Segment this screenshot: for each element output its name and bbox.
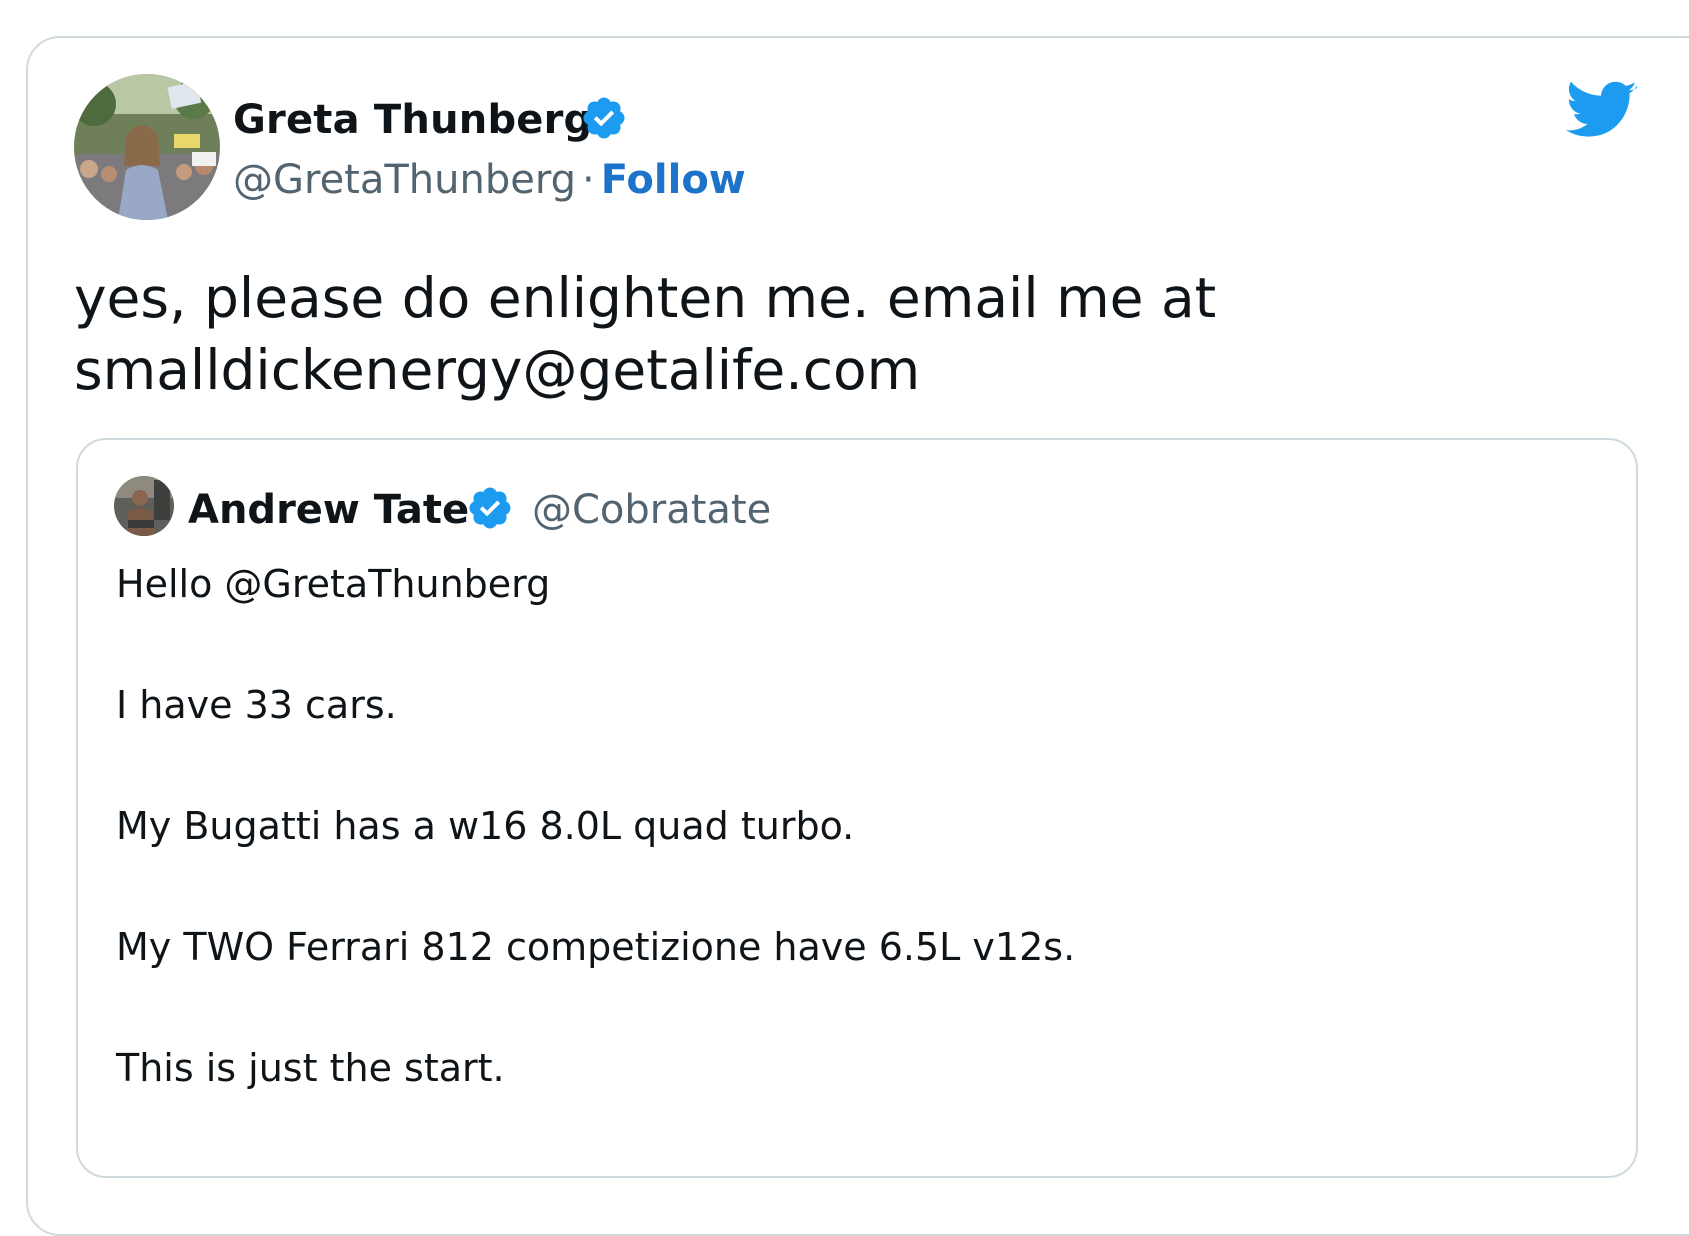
verified-badge-icon — [580, 94, 628, 142]
quoted-author-name[interactable]: Andrew Tate — [188, 484, 469, 536]
author-avatar[interactable] — [74, 74, 220, 220]
quoted-author-handle[interactable]: @Cobratate — [532, 484, 771, 536]
author-name[interactable]: Greta Thunberg — [233, 94, 592, 146]
quoted-author-avatar[interactable] — [114, 476, 174, 536]
twitter-bird-icon[interactable] — [1566, 80, 1638, 142]
author-handle[interactable]: @GretaThunberg — [233, 157, 576, 203]
quoted-paragraph: I have 33 cars. — [116, 683, 397, 727]
tweet-text-line: yes, please do enlighten me. email me at — [74, 266, 1217, 330]
quoted-tweet-text: Hello @GretaThunberg I have 33 cars. My … — [116, 554, 1596, 1159]
separator-dot: · — [582, 157, 595, 203]
tweet-text: yes, please do enlighten me. email me at… — [74, 262, 1594, 406]
quoted-paragraph: This is just the start. — [116, 1046, 505, 1090]
quoted-paragraph: My Bugatti has a w16 8.0L quad turbo. — [116, 804, 855, 848]
author-handle-line: @GretaThunberg · Follow — [233, 154, 746, 206]
quoted-paragraph: My TWO Ferrari 812 competizione have 6.5… — [116, 925, 1076, 969]
tweet-text-line[interactable]: smalldickenergy@getalife.com — [74, 334, 1594, 406]
quoted-paragraph: Hello @GretaThunberg — [116, 562, 551, 606]
follow-link[interactable]: Follow — [601, 157, 746, 203]
verified-badge-icon — [466, 484, 514, 532]
